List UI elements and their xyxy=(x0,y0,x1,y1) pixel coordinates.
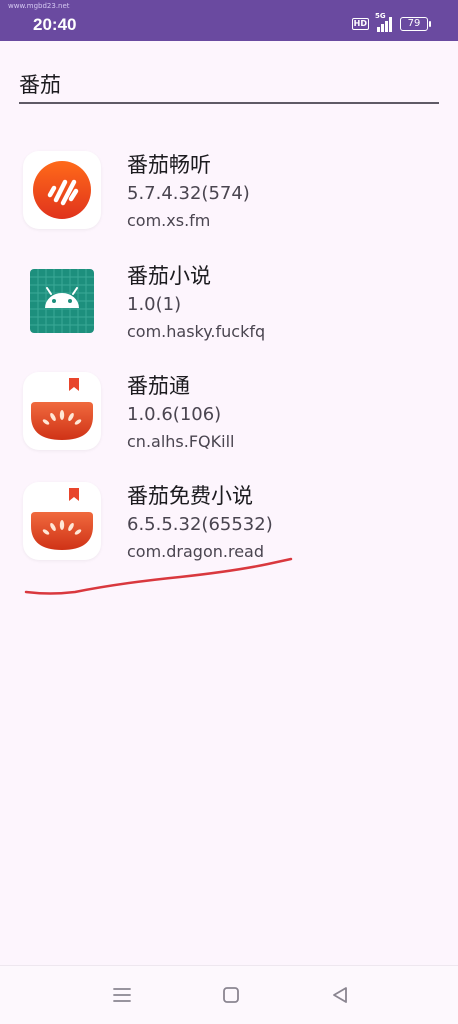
android-robot-app-icon xyxy=(23,262,101,340)
app-package: com.hasky.fuckfq xyxy=(127,322,266,341)
home-square-icon[interactable] xyxy=(220,984,242,1006)
search-field[interactable] xyxy=(19,68,439,104)
list-item-app[interactable]: 番茄小说 1.0(1) com.hasky.fuckfq xyxy=(0,262,458,362)
app-info: 番茄小说 1.0(1) com.hasky.fuckfq xyxy=(127,262,265,344)
app-name: 番茄畅听 xyxy=(127,153,211,177)
signal-icon: 5G xyxy=(375,12,392,32)
battery-icon: 79 xyxy=(400,17,431,31)
tomato-bookmark-app-icon xyxy=(23,372,101,450)
app-version: 6.5.5.32(65532) xyxy=(127,514,273,535)
app-version: 1.0(1) xyxy=(127,294,182,315)
watermark-text: www.mgbd23.net xyxy=(8,2,70,10)
app-version: 1.0.6(106) xyxy=(127,404,222,425)
list-item-app[interactable]: 番茄畅听 5.7.4.32(574) com.xs.fm xyxy=(0,151,458,251)
status-bar: www.mgbd23.net 20:40 HD 5G 79 xyxy=(0,0,458,41)
app-name: 番茄免费小说 xyxy=(127,484,253,508)
app-package: com.xs.fm xyxy=(127,211,211,230)
app-info: 番茄畅听 5.7.4.32(574) com.xs.fm xyxy=(127,151,250,233)
app-info: 番茄通 1.0.6(106) cn.alhs.FQKill xyxy=(127,372,234,454)
tomato-listen-app-icon xyxy=(23,151,101,229)
list-item-app[interactable]: 番茄通 1.0.6(106) cn.alhs.FQKill xyxy=(0,372,458,472)
search-input[interactable] xyxy=(19,68,439,100)
status-time: 20:40 xyxy=(33,15,77,34)
app-package: cn.alhs.FQKill xyxy=(127,432,235,451)
app-name: 番茄通 xyxy=(127,374,190,398)
back-triangle-icon[interactable] xyxy=(329,984,351,1006)
network-type-label: 5G xyxy=(375,12,386,20)
menu-icon[interactable] xyxy=(111,984,133,1006)
red-underline-annotation xyxy=(24,557,293,595)
navigation-bar xyxy=(0,965,458,1024)
status-icons: HD 5G 79 xyxy=(351,12,431,32)
hd-icon: HD xyxy=(351,18,369,30)
battery-level: 79 xyxy=(407,18,421,29)
app-name: 番茄小说 xyxy=(127,264,211,288)
app-version: 5.7.4.32(574) xyxy=(127,183,250,204)
